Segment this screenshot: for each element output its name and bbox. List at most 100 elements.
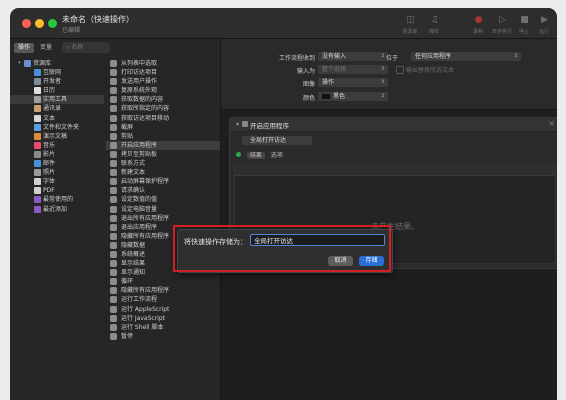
category-icon bbox=[34, 87, 41, 95]
category-icon bbox=[34, 205, 41, 213]
category-icon bbox=[34, 150, 41, 158]
results-header bbox=[235, 165, 555, 176]
action-item[interactable]: 运行 Shell 脚本 bbox=[106, 323, 220, 332]
action-item[interactable]: 发送用户操作 bbox=[106, 77, 220, 86]
library-item-label: 影片 bbox=[43, 150, 56, 158]
action-item[interactable]: 设定数值的值 bbox=[106, 195, 220, 204]
run-icon[interactable]: ▶ bbox=[538, 15, 551, 25]
library-item[interactable]: 字体 bbox=[10, 177, 104, 186]
automator-window: 未命名（快速操作） 已编辑 ◫ 资源库 ♫ 媒体 ● 录制 ▷ 单步执行 ■ 停… bbox=[10, 8, 557, 400]
action-icon bbox=[110, 169, 117, 177]
library-item[interactable]: 最常使用的 bbox=[10, 195, 104, 204]
action-item[interactable]: 循环 bbox=[106, 277, 220, 286]
action-item[interactable]: 打印访达项目 bbox=[106, 68, 220, 77]
record-icon[interactable]: ● bbox=[472, 15, 485, 25]
library-item[interactable]: 最近添加 bbox=[10, 205, 104, 214]
action-item[interactable]: 退出所有应用程序 bbox=[106, 214, 220, 223]
minimize-window-button[interactable] bbox=[35, 19, 44, 28]
action-icon bbox=[110, 332, 117, 340]
action-item[interactable]: 获取所指定的内容 bbox=[106, 104, 220, 113]
window-title: 未命名（快速操作） bbox=[62, 15, 134, 24]
library-item[interactable]: 开发者 bbox=[10, 77, 104, 86]
tab-actions[interactable]: 操作 bbox=[14, 43, 35, 53]
step-icon[interactable]: ▷ bbox=[496, 15, 509, 25]
action-icon bbox=[110, 296, 117, 304]
action-item[interactable]: 截屏 bbox=[106, 123, 220, 132]
disclosure-icon[interactable]: ▾ bbox=[18, 59, 21, 68]
action-item[interactable]: 设定电脑音量 bbox=[106, 205, 220, 214]
category-icon bbox=[24, 60, 31, 67]
library-search-input[interactable]: ⌕ 名称 bbox=[62, 42, 110, 53]
action-item[interactable]: 联系方式 bbox=[106, 159, 220, 168]
category-icon bbox=[34, 187, 41, 195]
action-item-label: 运行 Shell 脚本 bbox=[121, 323, 164, 331]
library-icon[interactable]: ◫ bbox=[404, 15, 417, 25]
action-item[interactable]: 运行工作流程 bbox=[106, 295, 220, 304]
action-item[interactable]: 获取访达项目移动 bbox=[106, 114, 220, 123]
cancel-button[interactable]: 取消 bbox=[328, 256, 353, 266]
library-item[interactable]: 影片 bbox=[10, 150, 104, 159]
tab-results[interactable]: 结果 bbox=[246, 152, 265, 159]
library-item[interactable]: 文件和文件夹 bbox=[10, 123, 104, 132]
library-item-label: 资源库 bbox=[33, 60, 52, 67]
action-item[interactable]: 复原系统外观 bbox=[106, 86, 220, 95]
action-item[interactable]: 拷贝至剪贴板 bbox=[106, 150, 220, 159]
zoom-window-button[interactable] bbox=[48, 19, 57, 28]
stop-icon[interactable]: ■ bbox=[518, 15, 531, 25]
tab-variables[interactable]: 变量 bbox=[36, 43, 56, 53]
workflow-receives-select[interactable]: 没有输入 ⇕ bbox=[318, 52, 388, 61]
library-item[interactable]: 演示文稿 bbox=[10, 132, 104, 141]
action-item-label: 设定电脑音量 bbox=[121, 205, 158, 213]
close-icon[interactable]: × bbox=[548, 119, 555, 128]
library-item[interactable]: 互联网 bbox=[10, 68, 104, 77]
category-icon bbox=[34, 160, 41, 168]
output-replaces-checkbox[interactable] bbox=[396, 66, 404, 74]
library-item[interactable]: ▾ 资源库 bbox=[10, 59, 104, 68]
media-icon[interactable]: ♫ bbox=[428, 15, 441, 25]
action-icon bbox=[110, 141, 117, 149]
action-item[interactable]: 暂停 bbox=[106, 332, 220, 341]
disclosure-icon[interactable]: ▾ bbox=[236, 121, 239, 128]
input-is-select[interactable]: 整个选择 ⇕ bbox=[318, 65, 388, 74]
library-item-label: 日历 bbox=[43, 87, 56, 95]
action-item[interactable]: 隐藏所有应用程序 bbox=[106, 286, 220, 295]
library-item[interactable]: 邮件 bbox=[10, 159, 104, 168]
action-item[interactable]: 运行 JavaScript bbox=[106, 314, 220, 323]
action-item[interactable]: 开启应用程序 bbox=[106, 140, 220, 150]
image-select[interactable]: 操作 ⇕ bbox=[318, 78, 388, 87]
tab-options[interactable]: 选项 bbox=[271, 152, 283, 159]
action-item-label: 退出应用程序 bbox=[121, 223, 158, 231]
library-item[interactable]: 照片 bbox=[10, 168, 104, 177]
in-app-select[interactable]: 任何应用程序 ⇕ bbox=[411, 52, 521, 61]
workflow-receives-value: 没有输入 bbox=[322, 53, 347, 60]
category-icon bbox=[34, 141, 41, 149]
action-item-label: 拷贝至剪贴板 bbox=[121, 150, 158, 158]
action-item[interactable]: 新建文本 bbox=[106, 168, 220, 177]
action-item[interactable]: 从列表中选取 bbox=[106, 59, 220, 68]
library-item-label: 实用工具 bbox=[43, 96, 68, 104]
library-item[interactable]: PDF bbox=[10, 186, 104, 195]
library-item[interactable]: 日历 bbox=[10, 86, 104, 95]
library-item[interactable]: 通讯录 bbox=[10, 104, 104, 113]
library-item-label: 开发者 bbox=[43, 78, 62, 86]
action-item-label: 隐藏数据 bbox=[121, 241, 146, 249]
action-item[interactable]: 运行 AppleScript bbox=[106, 305, 220, 314]
save-button[interactable]: 存储 bbox=[359, 256, 384, 266]
action-item-label: 系统概述 bbox=[121, 250, 146, 258]
quick-action-name-input[interactable]: 全局打开访达 bbox=[250, 234, 385, 246]
status-icon bbox=[236, 152, 241, 157]
library-item[interactable]: 音乐 bbox=[10, 141, 104, 150]
action-item[interactable]: 剪贴 bbox=[106, 132, 220, 141]
action-item[interactable]: 请求确认 bbox=[106, 186, 220, 195]
library-item[interactable]: 实用工具 bbox=[10, 95, 104, 105]
action-item-label: 显示结果 bbox=[121, 260, 146, 268]
action-item[interactable]: 获取数据的内容 bbox=[106, 95, 220, 104]
action-item-label: 隐藏所有应用程序 bbox=[121, 287, 170, 295]
app-choice-select[interactable]: 全局打开访达 bbox=[242, 136, 312, 145]
library-item[interactable]: 文本 bbox=[10, 114, 104, 123]
color-select[interactable]: 黑色 ⇕ bbox=[318, 92, 388, 101]
action-item[interactable]: 启动屏幕保护程序 bbox=[106, 177, 220, 186]
chevron-updown-icon: ⇕ bbox=[380, 79, 385, 85]
library-pane: 操作 变量 ⌕ 名称 ▾ 资源库 互联网 开发者 日历 实用工具 通讯录 文本 文件和文件夹 演示… bbox=[10, 39, 221, 400]
close-window-button[interactable] bbox=[22, 19, 31, 28]
